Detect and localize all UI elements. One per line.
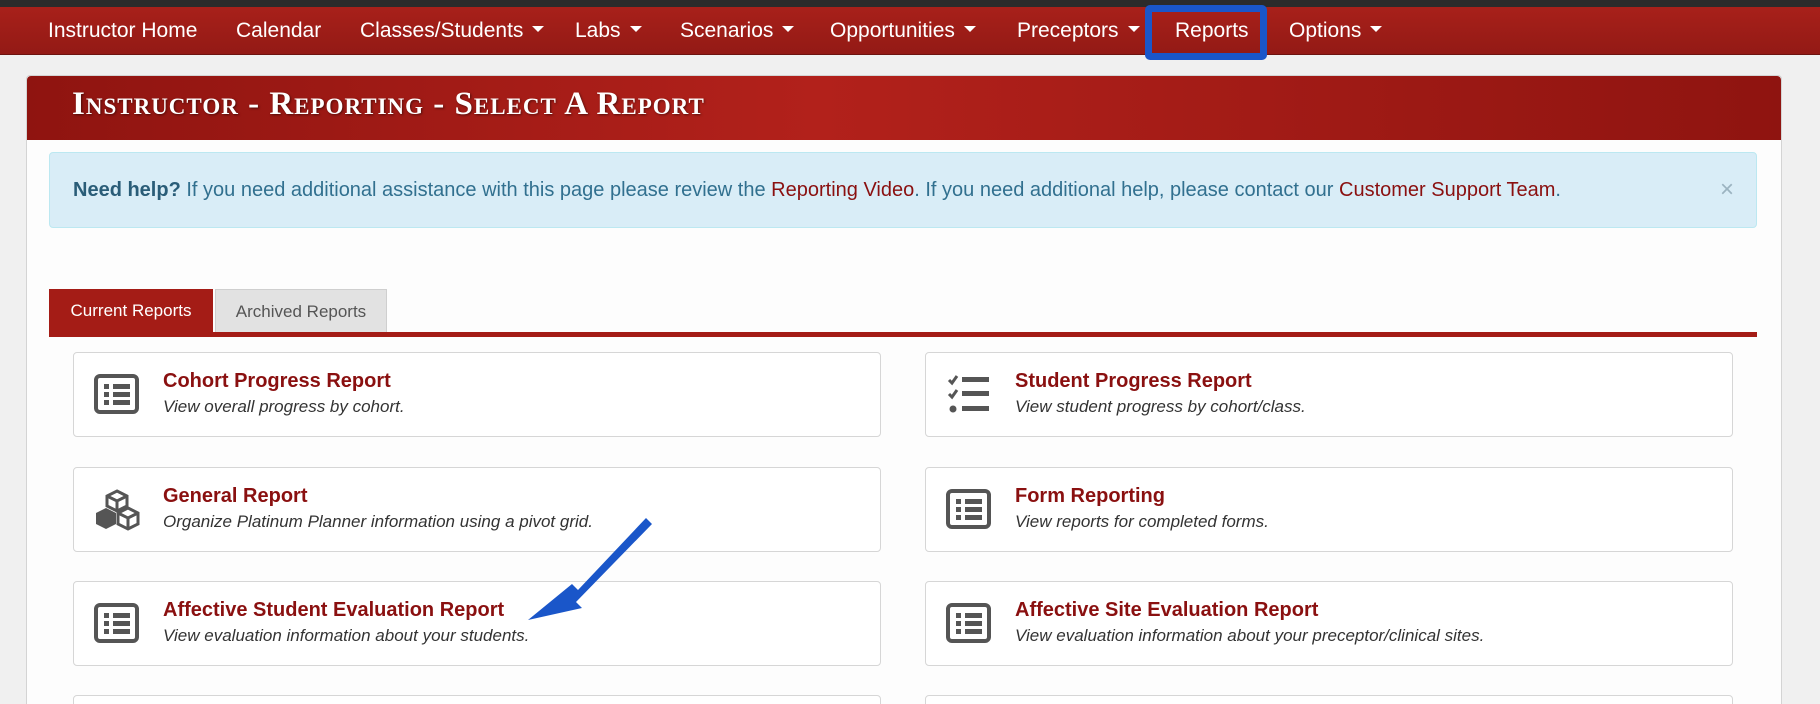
checklist-icon bbox=[947, 375, 989, 413]
report-card-affective-student[interactable]: Affective Student Evaluation Report View… bbox=[73, 581, 881, 666]
nav-label: Options bbox=[1289, 19, 1362, 42]
report-card-form-reporting[interactable]: Form Reporting View reports for complete… bbox=[925, 467, 1733, 552]
report-card-affective-site[interactable]: Affective Site Evaluation Report View ev… bbox=[925, 581, 1733, 666]
list-icon bbox=[946, 489, 991, 529]
report-description: View student progress by cohort/class. bbox=[1015, 397, 1306, 416]
reporting-video-link[interactable]: Reporting Video bbox=[771, 179, 914, 201]
top-strip bbox=[0, 0, 1820, 7]
nav-options[interactable]: Options bbox=[1289, 7, 1383, 55]
nav-label: Preceptors bbox=[1017, 19, 1119, 42]
report-card-partial[interactable] bbox=[73, 695, 881, 704]
report-description: View evaluation information about your s… bbox=[163, 626, 530, 645]
nav-preceptors[interactable]: Preceptors bbox=[1017, 7, 1140, 55]
customer-support-link[interactable]: Customer Support Team bbox=[1339, 179, 1555, 201]
nav-instructor-home[interactable]: Instructor Home bbox=[48, 7, 197, 55]
nav-label: Labs bbox=[575, 19, 621, 42]
nav-label: Instructor Home bbox=[48, 19, 198, 42]
caret-down-icon bbox=[532, 26, 545, 33]
alert-text: . If you need additional help, please co… bbox=[914, 179, 1339, 201]
page-title: Instructor - Reporting - Select A Report bbox=[72, 86, 705, 122]
alert-text: If you need additional assistance with t… bbox=[180, 179, 772, 201]
report-tabs: Current Reports Archived Reports bbox=[49, 289, 1757, 337]
help-alert: Need help? If you need additional assist… bbox=[49, 152, 1757, 228]
nav-label: Reports bbox=[1175, 19, 1249, 42]
report-title[interactable]: General Report bbox=[163, 485, 307, 508]
report-card-general[interactable]: General Report Organize Platinum Planner… bbox=[73, 467, 881, 552]
panel-header: Instructor - Reporting - Select A Report bbox=[27, 76, 1781, 140]
alert-text: . bbox=[1555, 179, 1561, 201]
caret-down-icon bbox=[629, 26, 642, 33]
tab-archived-reports[interactable]: Archived Reports bbox=[215, 289, 387, 332]
report-description: Organize Platinum Planner information us… bbox=[163, 512, 593, 531]
alert-lead: Need help? bbox=[73, 179, 181, 201]
nav-labs[interactable]: Labs bbox=[575, 7, 642, 55]
report-card-student-progress[interactable]: Student Progress Report View student pro… bbox=[925, 352, 1733, 437]
report-panel: Instructor - Reporting - Select A Report… bbox=[26, 75, 1782, 704]
nav-classes-students[interactable]: Classes/Students bbox=[360, 7, 545, 55]
main-navbar: Instructor Home Calendar Classes/Student… bbox=[0, 7, 1820, 55]
report-card-partial[interactable] bbox=[925, 695, 1733, 704]
close-icon[interactable]: × bbox=[1720, 153, 1734, 227]
nav-label: Scenarios bbox=[680, 19, 774, 42]
nav-label: Calendar bbox=[236, 19, 322, 42]
nav-scenarios[interactable]: Scenarios bbox=[680, 7, 795, 55]
report-title[interactable]: Affective Site Evaluation Report bbox=[1015, 599, 1318, 622]
report-description: View reports for completed forms. bbox=[1015, 512, 1269, 531]
caret-down-icon bbox=[963, 26, 976, 33]
report-title[interactable]: Affective Student Evaluation Report bbox=[163, 599, 504, 622]
report-card-cohort-progress[interactable]: Cohort Progress Report View overall prog… bbox=[73, 352, 881, 437]
nav-label: Classes/Students bbox=[360, 19, 524, 42]
nav-opportunities[interactable]: Opportunities bbox=[830, 7, 976, 55]
caret-down-icon bbox=[782, 26, 795, 33]
list-icon bbox=[94, 374, 139, 414]
nav-label: Opportunities bbox=[830, 19, 955, 42]
cubes-icon bbox=[96, 489, 140, 531]
report-title[interactable]: Student Progress Report bbox=[1015, 370, 1252, 393]
caret-down-icon bbox=[1370, 26, 1383, 33]
report-description: View evaluation information about your p… bbox=[1015, 626, 1485, 645]
tab-current-reports[interactable]: Current Reports bbox=[49, 289, 213, 332]
list-icon bbox=[94, 603, 139, 643]
report-description: View overall progress by cohort. bbox=[163, 397, 405, 416]
report-title[interactable]: Cohort Progress Report bbox=[163, 370, 391, 393]
list-icon bbox=[946, 603, 991, 643]
nav-calendar[interactable]: Calendar bbox=[236, 7, 321, 55]
caret-down-icon bbox=[1127, 26, 1140, 33]
report-title[interactable]: Form Reporting bbox=[1015, 485, 1165, 508]
nav-reports[interactable]: Reports bbox=[1175, 7, 1249, 55]
